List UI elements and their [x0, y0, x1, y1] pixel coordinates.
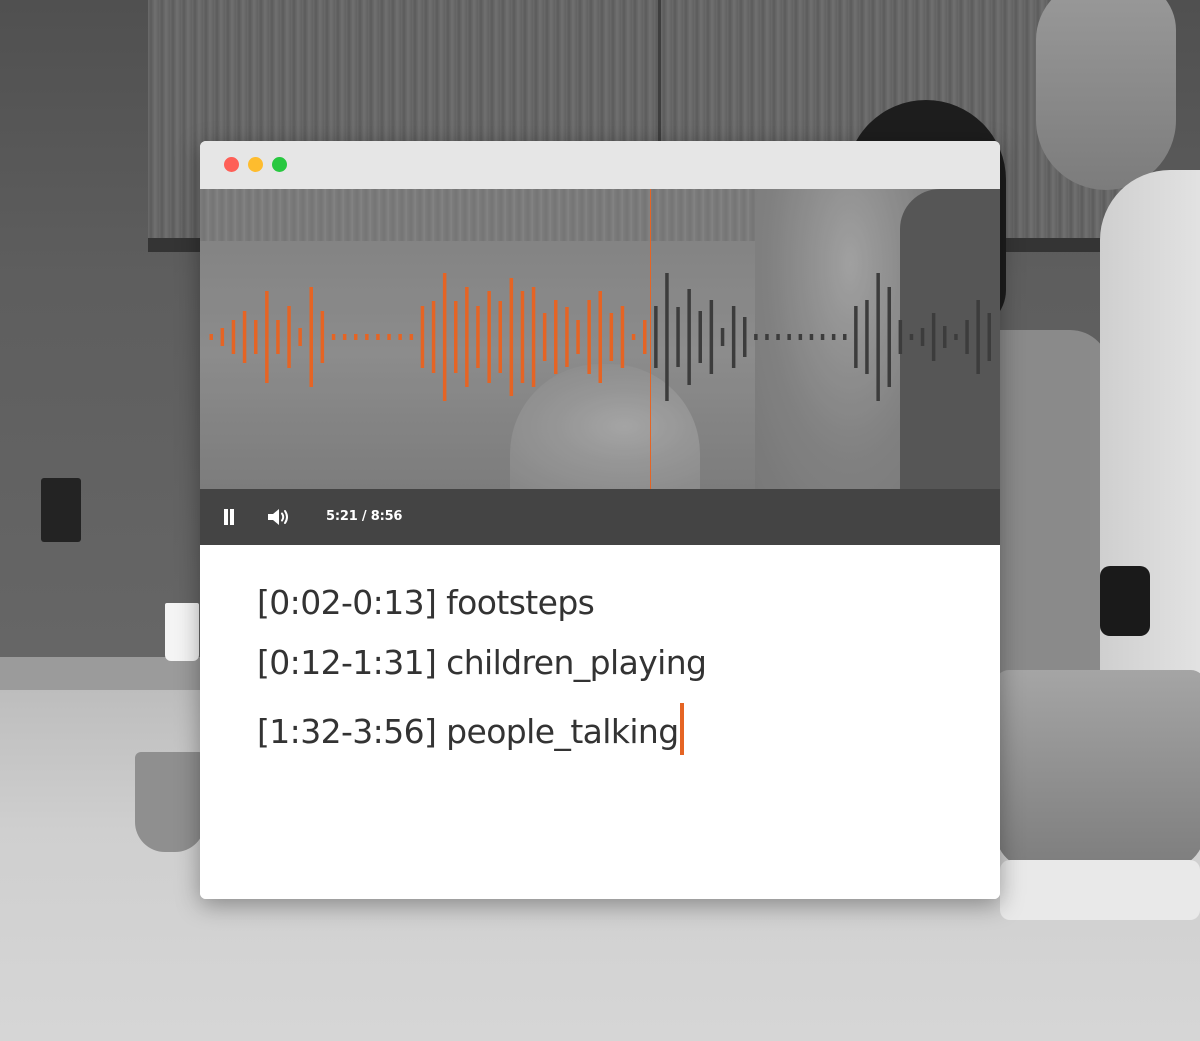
- waveform-bar: [976, 300, 980, 374]
- waveform-bar: [843, 334, 847, 340]
- waveform-bar: [920, 328, 925, 346]
- waveform-bar: [698, 311, 702, 363]
- waveform-bar: [365, 334, 369, 340]
- transcript-line-text: [1:32-3:56] people_talking: [257, 712, 679, 751]
- waveform-bar: [376, 334, 380, 340]
- waveform-bar: [387, 334, 391, 340]
- mixing-bowl: [135, 752, 205, 852]
- waveform-bar: [509, 278, 514, 396]
- waveform-bar: [743, 317, 747, 357]
- waveform-bar: [598, 291, 602, 383]
- waveform-bar: [854, 306, 858, 368]
- waveform-bar: [876, 273, 880, 401]
- waveform-bar: [354, 334, 358, 340]
- waveform-bar: [476, 306, 480, 368]
- waveform-bar: [231, 320, 236, 354]
- transcript-editor[interactable]: [0:02-0:13] footsteps [0:12-1:31] childr…: [200, 545, 1000, 899]
- waveform-bar: [898, 320, 903, 354]
- window-titlebar: [200, 141, 1000, 189]
- waveform-bar: [342, 334, 347, 340]
- wall-outlet: [41, 478, 81, 542]
- waveform-bar: [887, 287, 891, 387]
- person-man: [1100, 170, 1200, 730]
- transcript-line[interactable]: [1:32-3:56] people_talking: [257, 703, 684, 755]
- playhead-line[interactable]: [650, 189, 651, 489]
- waveform-bar: [609, 313, 614, 361]
- waveform-bar: [587, 300, 591, 374]
- time-readout: 5:21 / 8:56: [326, 509, 403, 524]
- waveform-bar: [965, 320, 969, 354]
- waveform-bar: [931, 313, 936, 361]
- waveform-bar: [865, 300, 869, 374]
- waveform-bar: [242, 311, 247, 363]
- waveform-bar: [731, 306, 736, 368]
- waveform-bar: [720, 328, 725, 346]
- waveform-bar: [431, 301, 436, 373]
- waveform-bar: [909, 334, 914, 340]
- waveform-bar: [276, 320, 280, 354]
- waveform-bar: [398, 334, 402, 340]
- waveform-bar: [809, 334, 814, 340]
- waveform-bar: [754, 334, 758, 340]
- waveform-bar: [576, 320, 580, 354]
- player-controls: 5:21 / 8:56: [200, 489, 1000, 545]
- towel: [1000, 860, 1200, 920]
- waveform-bar: [254, 320, 258, 354]
- waveform-bar: [498, 301, 502, 373]
- waveform-bar: [798, 334, 803, 340]
- waveform-bar: [665, 273, 669, 401]
- maximize-window-button[interactable]: [272, 157, 287, 172]
- waveform-bar: [409, 334, 414, 340]
- transcript-line[interactable]: [0:02-0:13] footsteps: [257, 583, 595, 622]
- waveform-bar: [987, 313, 991, 361]
- volume-icon[interactable]: [266, 506, 294, 528]
- person-man-head: [1036, 0, 1176, 190]
- video-frame[interactable]: [200, 189, 1000, 489]
- transcript-line[interactable]: [0:12-1:31] children_playing: [257, 643, 707, 682]
- minimize-window-button[interactable]: [248, 157, 263, 172]
- app-window: 5:21 / 8:56 [0:02-0:13] footsteps [0:12-…: [200, 141, 1000, 899]
- close-window-button[interactable]: [224, 157, 239, 172]
- waveform-bar: [831, 334, 836, 340]
- text-cursor: [679, 703, 684, 755]
- waveform-bar: [643, 320, 647, 354]
- waveform-bar: [298, 328, 302, 346]
- waveform-bar: [676, 307, 680, 367]
- waveform-bar: [454, 301, 458, 373]
- waveform-bar: [820, 334, 825, 340]
- waveform-bar: [309, 287, 313, 387]
- waveform-bar: [531, 287, 536, 387]
- cooking-pot: [995, 670, 1200, 870]
- waveform-bar: [565, 307, 569, 367]
- waveform-bar: [331, 334, 336, 340]
- waveform-bar: [620, 306, 625, 368]
- pause-icon[interactable]: [222, 509, 236, 525]
- waveform-bar: [776, 334, 780, 340]
- waveform-bar: [487, 291, 491, 383]
- waveform-bar: [420, 306, 425, 368]
- waveform-bar: [520, 291, 525, 383]
- waveform-bar: [209, 334, 213, 340]
- cup: [165, 603, 199, 661]
- waveform-bar: [442, 273, 447, 401]
- waveform-bar: [709, 300, 714, 374]
- waveform-bar: [287, 306, 291, 368]
- audio-waveform[interactable]: [200, 189, 1000, 489]
- waveform-bar: [542, 313, 547, 361]
- waveform-bar: [654, 306, 658, 368]
- waveform-bar: [631, 334, 636, 340]
- smartwatch: [1100, 566, 1150, 636]
- waveform-bar: [687, 289, 691, 385]
- waveform-bar: [943, 326, 947, 348]
- waveform-bar: [765, 334, 769, 340]
- waveform-bar: [554, 300, 558, 374]
- waveform-bar: [265, 291, 269, 383]
- waveform-bar: [220, 328, 225, 346]
- waveform-bar: [320, 311, 325, 363]
- waveform-bar: [787, 334, 791, 340]
- waveform-bar: [465, 287, 469, 387]
- waveform-bar: [954, 334, 958, 340]
